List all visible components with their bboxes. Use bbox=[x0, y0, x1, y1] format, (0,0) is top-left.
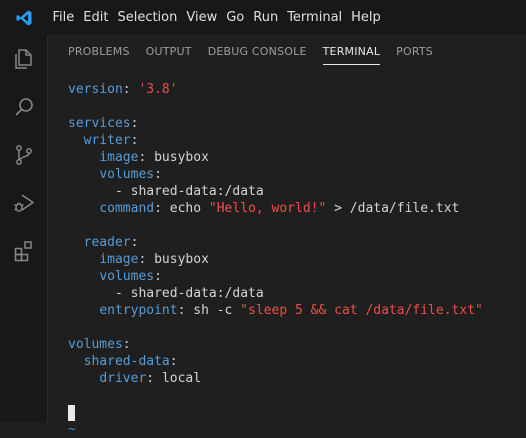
yaml-key: volumes bbox=[99, 269, 155, 284]
yaml-value: local bbox=[161, 371, 202, 386]
terminal-line: ~ bbox=[68, 421, 526, 438]
yaml-colon: : bbox=[122, 337, 131, 352]
menu-view[interactable]: View bbox=[182, 0, 222, 35]
yaml-colon: : bbox=[154, 269, 162, 284]
yaml-key: writer bbox=[83, 133, 131, 148]
menu-terminal[interactable]: Terminal bbox=[283, 0, 347, 35]
terminal-line: version: '3.8' bbox=[68, 81, 526, 98]
yaml-string: "sleep 5 && cat /data/file.txt" bbox=[240, 303, 483, 318]
terminal-line: driver: local bbox=[68, 370, 526, 387]
yaml-colon: : bbox=[146, 371, 162, 386]
yaml-list-item: - shared-data:/data bbox=[114, 286, 264, 301]
terminal-line: volumes: bbox=[68, 166, 526, 183]
yaml-key: image bbox=[99, 252, 139, 267]
yaml-key: volumes bbox=[68, 337, 123, 352]
terminal-line: image: busybox bbox=[68, 149, 526, 166]
menu-go[interactable]: Go bbox=[222, 0, 249, 35]
yaml-key: services bbox=[68, 116, 131, 131]
menu-edit[interactable]: Edit bbox=[79, 0, 113, 35]
yaml-colon: : bbox=[130, 116, 139, 131]
vscode-logo-icon[interactable] bbox=[0, 0, 48, 35]
explorer-icon[interactable] bbox=[0, 35, 48, 83]
yaml-value: busybox bbox=[154, 252, 209, 267]
yaml-value: > /data/file.txt bbox=[326, 201, 460, 216]
yaml-colon: : bbox=[177, 303, 194, 318]
terminal-line: - shared-data:/data bbox=[68, 285, 526, 302]
terminal-line: volumes: bbox=[68, 336, 526, 353]
menu-run[interactable]: Run bbox=[249, 0, 283, 35]
terminal-line: entrypoint: sh -c "sleep 5 && cat /data/… bbox=[68, 302, 526, 319]
terminal-line: reader: bbox=[68, 234, 526, 251]
terminal-line: - shared-data:/data bbox=[68, 183, 526, 200]
terminal-line: writer: bbox=[68, 132, 526, 149]
yaml-key: volumes bbox=[99, 167, 155, 182]
menubar: File Edit Selection View Go Run Terminal… bbox=[0, 0, 526, 35]
terminal-line: command: echo "Hello, world!" > /data/fi… bbox=[68, 200, 526, 217]
yaml-list-item: - shared-data:/data bbox=[114, 184, 264, 199]
yaml-colon: : bbox=[122, 82, 139, 97]
yaml-key: image bbox=[99, 150, 139, 165]
yaml-string: '3.8' bbox=[138, 82, 178, 97]
yaml-value: sh -c bbox=[193, 303, 241, 318]
search-icon[interactable] bbox=[0, 83, 48, 131]
terminal-line: volumes: bbox=[68, 268, 526, 285]
terminal-line: services: bbox=[68, 115, 526, 132]
extensions-icon[interactable] bbox=[0, 227, 48, 275]
yaml-string: "Hello, world!" bbox=[208, 201, 327, 216]
panel-tabs: PROBLEMS OUTPUT DEBUG CONSOLE TERMINAL P… bbox=[48, 35, 526, 69]
source-control-icon[interactable] bbox=[0, 131, 48, 179]
tab-problems[interactable]: PROBLEMS bbox=[60, 35, 138, 69]
yaml-colon: : bbox=[130, 133, 139, 148]
yaml-colon: : bbox=[138, 252, 155, 267]
tab-ports[interactable]: PORTS bbox=[388, 35, 441, 69]
yaml-colon: : bbox=[154, 167, 162, 182]
yaml-key: shared-data bbox=[83, 354, 170, 369]
yaml-colon: : bbox=[154, 201, 170, 216]
tab-debug-console[interactable]: DEBUG CONSOLE bbox=[200, 35, 315, 69]
yaml-value: busybox bbox=[154, 150, 209, 165]
yaml-colon: : bbox=[169, 354, 178, 369]
yaml-colon: : bbox=[130, 235, 139, 250]
yaml-value: echo bbox=[169, 201, 209, 216]
tab-terminal[interactable]: TERMINAL bbox=[315, 35, 389, 69]
yaml-key: driver bbox=[99, 371, 147, 386]
terminal-cursor bbox=[68, 405, 75, 421]
terminal-line bbox=[68, 404, 526, 421]
yaml-key: command bbox=[99, 201, 155, 216]
yaml-key: reader bbox=[83, 235, 131, 250]
terminal-line: shared-data: bbox=[68, 353, 526, 370]
menu-selection[interactable]: Selection bbox=[113, 0, 182, 35]
terminal-line: image: busybox bbox=[68, 251, 526, 268]
yaml-key: version bbox=[68, 82, 123, 97]
activity-bar bbox=[0, 35, 48, 422]
terminal-panel: PROBLEMS OUTPUT DEBUG CONSOLE TERMINAL P… bbox=[48, 35, 526, 437]
yaml-colon: : bbox=[138, 150, 155, 165]
run-debug-icon[interactable] bbox=[0, 179, 48, 227]
yaml-key: entrypoint bbox=[99, 303, 178, 318]
tab-output[interactable]: OUTPUT bbox=[138, 35, 200, 69]
menu-file[interactable]: File bbox=[48, 0, 79, 35]
menu-help[interactable]: Help bbox=[347, 0, 386, 35]
terminal-output[interactable]: version: '3.8' services: writer: image: … bbox=[68, 81, 526, 438]
vim-empty-line-tilde: ~ bbox=[68, 422, 76, 437]
